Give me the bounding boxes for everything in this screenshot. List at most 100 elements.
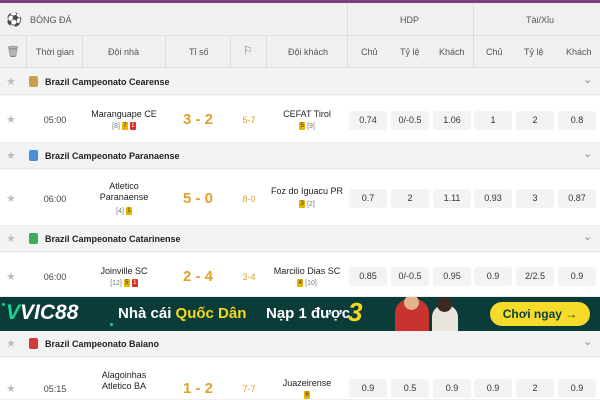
star-icon[interactable]: ★ — [6, 232, 16, 245]
ou-home-odd[interactable]: 1 — [474, 111, 512, 130]
away-meta: 5 [9] — [267, 122, 347, 131]
trash-icon[interactable]: 🗑 — [6, 45, 20, 58]
match-score[interactable]: 5 - 0 — [179, 190, 217, 207]
col-ou-home: Chủ — [486, 47, 503, 57]
league-flag-icon — [29, 76, 38, 87]
hdp-away-odd[interactable]: 1.06 — [433, 111, 471, 130]
away-team[interactable]: Juazeirense — [267, 378, 347, 389]
home-rank: [8] — [112, 123, 120, 130]
hdp-ratio-odd[interactable]: 0/-0.5 — [391, 267, 429, 286]
corner-count: 5-7 — [242, 115, 256, 125]
home-team[interactable]: Atletico Paranaense — [96, 181, 152, 203]
away-team[interactable]: Marcilio Dias SC — [267, 266, 347, 277]
ad-banner[interactable]: VVIC88 Nhà cái Quốc Dân Nạp 1 được 3 Chơ… — [0, 297, 600, 331]
league-header[interactable]: ★ Brazil Campeonato Baiano ⌄ — [0, 331, 600, 357]
ou-away-odd[interactable]: 0.8 — [558, 111, 596, 130]
hdp-ratio-odd[interactable]: 2 — [391, 189, 429, 208]
match-time: 06:00 — [43, 194, 67, 204]
banner-slogan: Nhà cái Quốc Dân — [118, 305, 246, 322]
chevron-down-icon[interactable]: ⌄ — [583, 230, 592, 243]
col-hdp-home: Chủ — [361, 47, 378, 57]
red-card-count: 1 — [131, 279, 138, 288]
match-row[interactable]: ★ 06:00 Atletico Paranaense [4] 1 5 - 0 … — [0, 170, 600, 226]
home-rank: [12] — [110, 280, 122, 287]
hdp-away-odd[interactable]: 0.9 — [433, 379, 471, 398]
star-icon[interactable]: ★ — [6, 337, 16, 350]
away-team[interactable]: Foz do Iguacu PR — [267, 186, 347, 197]
ou-home-odd[interactable]: 0.9 — [474, 267, 512, 286]
corner-count: 7-7 — [242, 384, 256, 394]
table-header-columns: 🗑 Thời gian Đội nhà Tỉ số ⚐ Đội khách Ch… — [0, 36, 600, 68]
match-row[interactable]: ★ 06:00 Joinville SC [12] 5 1 2 - 4 3-4 … — [0, 253, 600, 297]
league-header[interactable]: ★ Brazil Campeonato Cearense ⌄ — [0, 69, 600, 95]
away-meta: 4 [10] — [267, 279, 347, 288]
league-name: Brazil Campeonato Baiano — [45, 339, 160, 349]
ou-ratio-odd[interactable]: 3 — [516, 189, 554, 208]
home-team[interactable]: Alagoinhas Atletico BA — [96, 370, 152, 392]
league-header[interactable]: ★ Brazil Campeonato Catarinense ⌄ — [0, 226, 600, 252]
home-rank: [4] — [116, 208, 124, 215]
slogan-a: Nhà cái — [118, 305, 172, 322]
match-score[interactable]: 3 - 2 — [179, 111, 217, 128]
ou-home-odd[interactable]: 0.9 — [474, 379, 512, 398]
slogan-b: Quốc Dân — [175, 305, 247, 322]
star-icon[interactable]: ★ — [6, 149, 16, 162]
promo-number: 3 — [348, 297, 363, 327]
ou-home-odd[interactable]: 0.93 — [474, 189, 512, 208]
star-icon[interactable]: ★ — [6, 382, 16, 395]
hdp-home-odd[interactable]: 0.9 — [349, 379, 387, 398]
chevron-down-icon[interactable]: ⌄ — [583, 147, 592, 160]
col-hdp-away: Khách — [439, 47, 465, 57]
ou-ratio-odd[interactable]: 2 — [516, 111, 554, 130]
yellow-card-count: 7 — [121, 122, 128, 131]
home-meta: [4] 1 — [84, 207, 164, 216]
ou-group-label: Tài/Xỉu — [526, 15, 555, 25]
col-ou-away: Khách — [566, 47, 592, 57]
star-icon[interactable]: ★ — [6, 75, 16, 88]
match-row[interactable]: ★ 05:15 Alagoinhas Atletico BA 1 - 2 7-7… — [0, 358, 600, 400]
ou-away-odd[interactable]: 0.9 — [558, 379, 596, 398]
home-team[interactable]: Maranguape CE — [84, 109, 164, 120]
col-away: Đội khách — [288, 47, 329, 57]
match-row[interactable]: ★ 05:00 Maranguape CE [8] 7 1 3 - 2 5-7 … — [0, 96, 600, 143]
hdp-home-odd[interactable]: 0.74 — [349, 111, 387, 130]
hdp-home-odd[interactable]: 0.85 — [349, 267, 387, 286]
yellow-card-count: 3 — [299, 200, 306, 209]
home-team[interactable]: Joinville SC — [84, 266, 164, 277]
league-header[interactable]: ★ Brazil Campeonato Paranaense ⌄ — [0, 143, 600, 169]
yellow-card-count: 1 — [125, 207, 132, 216]
league-flag-icon — [29, 150, 38, 161]
match-score[interactable]: 2 - 4 — [179, 268, 217, 285]
banner-promo: Nạp 1 được — [266, 305, 351, 322]
chevron-down-icon[interactable]: ⌄ — [583, 73, 592, 86]
ou-away-odd[interactable]: 0.87 — [558, 189, 596, 208]
away-rank: [10] — [305, 280, 317, 287]
league-name: Brazil Campeonato Paranaense — [45, 151, 180, 161]
away-team[interactable]: CEFAT Tirol — [267, 109, 347, 120]
star-icon[interactable]: ★ — [6, 113, 16, 126]
hdp-away-odd[interactable]: 0.95 — [433, 267, 471, 286]
col-score: Tỉ số — [189, 47, 209, 57]
sport-title: BÓNG ĐÁ — [30, 15, 72, 25]
away-rank: [9] — [307, 123, 315, 130]
hdp-away-odd[interactable]: 1.11 — [433, 189, 471, 208]
ou-away-odd[interactable]: 0.9 — [558, 267, 596, 286]
star-icon[interactable]: ★ — [6, 270, 16, 283]
chevron-down-icon[interactable]: ⌄ — [583, 335, 592, 348]
hdp-ratio-odd[interactable]: 0/-0.5 — [391, 111, 429, 130]
league-flag-icon — [29, 233, 38, 244]
ou-ratio-odd[interactable]: 2 — [516, 379, 554, 398]
soccer-ball-icon: ⚽ — [6, 12, 23, 27]
corner-count: 3-4 — [242, 272, 256, 282]
away-meta: 3 [2] — [267, 200, 347, 209]
corner-kick-icon: ⚐ — [243, 45, 253, 57]
match-time: 05:15 — [43, 384, 67, 394]
match-score[interactable]: 1 - 2 — [179, 380, 217, 397]
play-now-button[interactable]: Chơi ngay → — [490, 302, 590, 326]
match-time: 05:00 — [43, 115, 67, 125]
star-icon[interactable]: ★ — [6, 192, 16, 205]
ou-ratio-odd[interactable]: 2/2.5 — [516, 267, 554, 286]
hdp-home-odd[interactable]: 0.7 — [349, 189, 387, 208]
hdp-ratio-odd[interactable]: 0.5 — [391, 379, 429, 398]
col-time: Thời gian — [36, 47, 74, 57]
